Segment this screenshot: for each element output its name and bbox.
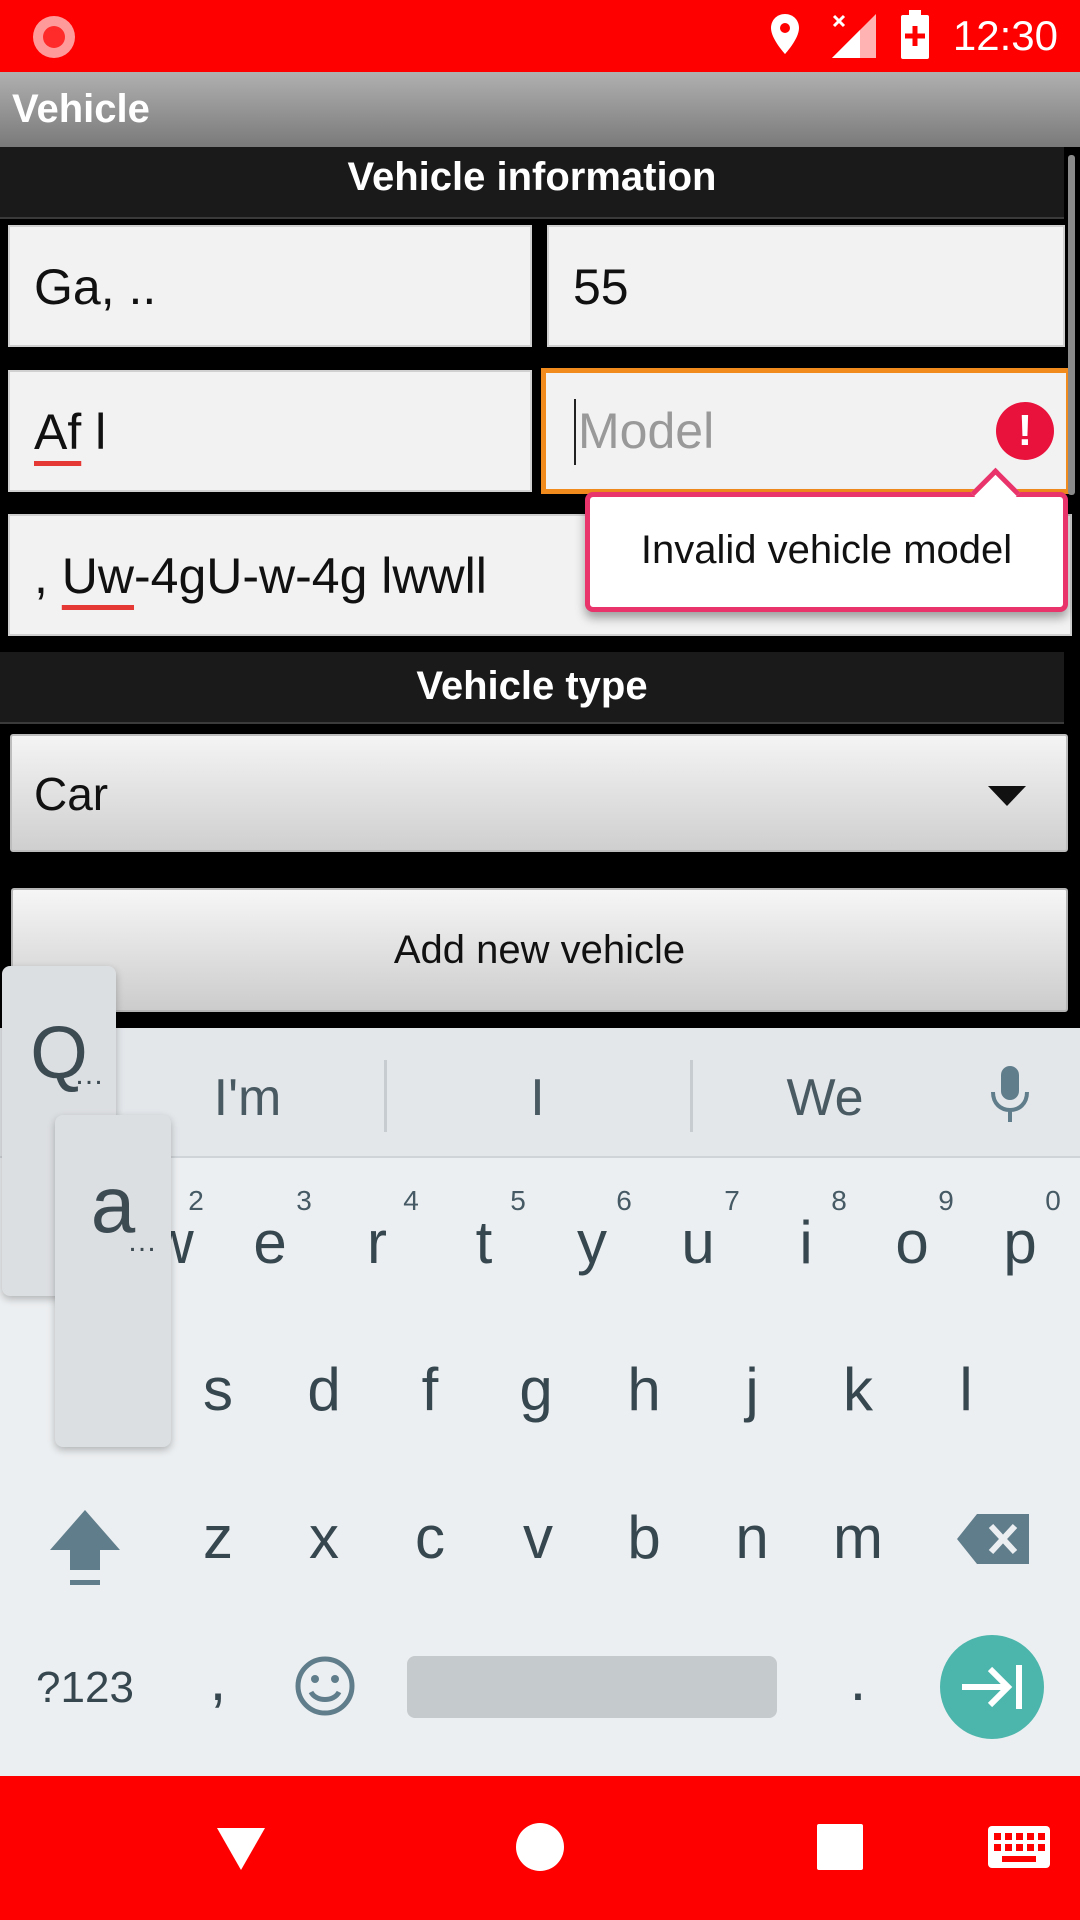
next-key[interactable] [940,1635,1044,1739]
scrollbar[interactable] [1068,155,1075,495]
key-hint: 7 [724,1185,740,1216]
key-hint: 5 [510,1185,526,1216]
suggestion-divider [384,1060,387,1132]
key-f[interactable]: f [390,1350,470,1430]
action-bar: Vehicle [0,72,1080,147]
key-hint: 0 [1045,1185,1061,1216]
section-header-vehicle-information: Vehicle information [0,147,1064,219]
key-preview-a: a … [55,1115,171,1447]
key-m[interactable]: m [818,1498,898,1578]
key-hint: 2 [188,1185,204,1216]
navigation-bar [0,1776,1080,1920]
back-icon[interactable] [215,1824,267,1872]
key-z[interactable]: z [178,1498,258,1578]
key-h[interactable]: h [604,1350,684,1430]
vehicle-type-value: Car [34,768,109,820]
emoji-icon[interactable] [294,1655,356,1717]
symbols-key[interactable]: ?123 [25,1648,145,1728]
dropdown-arrow-icon [988,786,1026,806]
field-registration-misspelled: Uw [61,548,135,604]
key-hint: 6 [616,1185,632,1216]
status-time: 12:30 [952,12,1058,59]
key-hint: 3 [296,1185,312,1216]
key-c[interactable]: c [390,1498,470,1578]
field-make-rest: l [81,404,107,460]
field-number[interactable]: 55 [547,225,1065,347]
key-n[interactable]: n [712,1498,792,1578]
field-registration-prefix: , [34,548,62,604]
record-icon [33,16,75,58]
model-placeholder: Model [578,403,715,459]
suggestion-2[interactable]: I [440,1028,635,1168]
suggestion-1[interactable]: I'm [140,1028,355,1168]
key-x[interactable]: x [284,1498,364,1578]
add-vehicle-button[interactable]: Add new vehicle [11,888,1068,1012]
keyboard-icon[interactable] [988,1826,1050,1868]
key-v[interactable]: v [498,1498,578,1578]
field-registration-rest: -4gU-w-4g lwwll [134,548,487,604]
text-cursor [574,399,576,465]
battery-icon [901,10,929,59]
comma-key[interactable]: , [178,1640,258,1720]
space-key[interactable] [407,1656,777,1718]
vehicle-type-dropdown[interactable]: Car [10,734,1068,852]
suggestion-3[interactable]: We [720,1028,930,1168]
status-bar: 12:30 [0,0,1080,72]
period-key[interactable]: . [818,1640,898,1720]
key-d[interactable]: d [284,1350,364,1430]
signal-icon [832,14,876,58]
next-arrow-icon [962,1665,1022,1709]
recents-icon[interactable] [817,1824,863,1870]
app-title: Vehicle [12,87,150,131]
shift-icon[interactable] [48,1506,122,1590]
key-preview-q-dots: … [74,1058,104,1091]
key-preview-a-dots: … [127,1225,157,1258]
backspace-icon[interactable] [955,1512,1031,1566]
key-hint: 9 [938,1185,954,1216]
location-icon [771,14,799,54]
suggestion-divider [690,1060,693,1132]
field-brand[interactable]: Ga, .. [8,225,532,347]
section-header-vehicle-type: Vehicle type [0,652,1064,724]
field-make[interactable]: Af l [8,370,532,492]
key-s[interactable]: s [178,1350,258,1430]
key-g[interactable]: g [496,1350,576,1430]
screen: 12:30 Vehicle Vehicle information Ga, ..… [0,0,1080,1920]
error-tooltip: Invalid vehicle model [585,492,1068,612]
error-message: Invalid vehicle model [640,528,1013,572]
home-icon[interactable] [515,1822,565,1872]
field-make-misspelled: Af [34,404,82,460]
key-j[interactable]: j [712,1350,792,1430]
key-l[interactable]: l [926,1350,1006,1430]
key-b[interactable]: b [604,1498,684,1578]
key-hint: 8 [831,1185,847,1216]
key-hint: 4 [403,1185,419,1216]
error-icon: ! [996,402,1054,460]
mic-icon[interactable] [990,1066,1030,1126]
key-k[interactable]: k [818,1350,898,1430]
